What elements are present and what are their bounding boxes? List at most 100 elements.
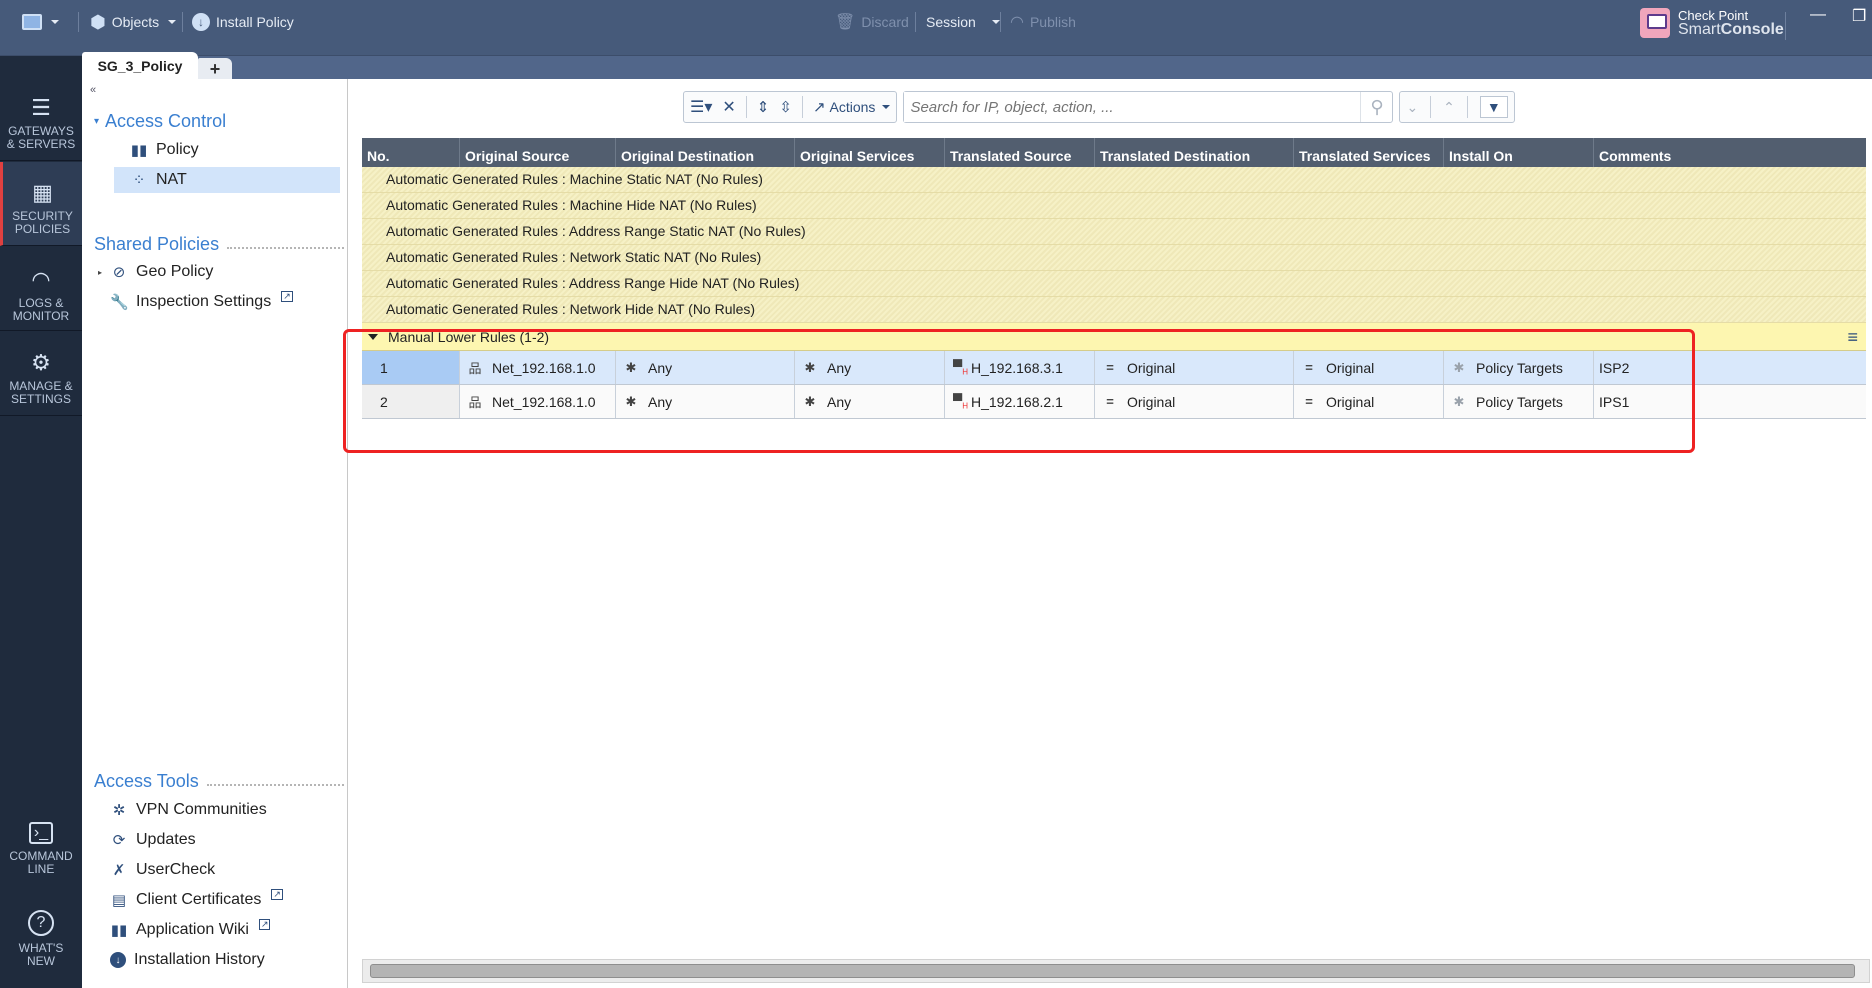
- expand-all-button[interactable]: ⇕: [757, 98, 770, 116]
- tool-application-wiki[interactable]: ▮▮ Application Wiki ↗: [110, 917, 336, 943]
- original-equals-icon: =: [1305, 360, 1313, 375]
- publish-wifi-icon: ◠: [1010, 14, 1024, 31]
- column-header-comments[interactable]: Comments: [1594, 138, 1866, 167]
- wiki-icon: ▮▮: [110, 922, 128, 939]
- search-icon: ⚲: [1370, 96, 1384, 117]
- nav-logs-monitor[interactable]: ◠ LOGS & MONITOR: [0, 247, 82, 331]
- previous-match-button[interactable]: ⌃: [1443, 99, 1455, 116]
- column-header-translated-source[interactable]: Translated Source: [945, 138, 1095, 167]
- tab-sg-3-policy[interactable]: SG_3_Policy: [82, 52, 198, 80]
- add-rule-button[interactable]: ☰▾: [690, 97, 712, 117]
- cell-original-destination: Any: [648, 359, 673, 376]
- usercheck-icon: ✗: [112, 862, 126, 879]
- install-download-icon: ↓: [192, 13, 210, 31]
- section-menu-icon[interactable]: ≡: [1847, 328, 1858, 346]
- nav-manage-settings[interactable]: ⚙ MANAGE & SETTINGS: [0, 332, 82, 416]
- auto-section-row[interactable]: Automatic Generated Rules : Address Rang…: [362, 271, 1866, 297]
- auto-section-row[interactable]: Automatic Generated Rules : Network Hide…: [362, 297, 1866, 323]
- scrollbar-thumb[interactable]: [370, 964, 1855, 978]
- tool-updates[interactable]: ⟳ Updates: [110, 827, 336, 853]
- cell-original-services: Any: [827, 393, 852, 410]
- nav-gateways-servers[interactable]: ☰ GATEWAYS & SERVERS: [0, 79, 82, 161]
- refresh-icon: ⟳: [112, 832, 126, 849]
- column-header-no[interactable]: No.: [362, 138, 460, 167]
- nat-icon: ⁘: [132, 172, 146, 189]
- external-link-icon: ↗: [281, 290, 293, 302]
- cell-original-source: Net_192.168.1.0: [492, 393, 596, 410]
- column-header-original-services[interactable]: Original Services: [795, 138, 945, 167]
- external-link-icon: ↗: [271, 888, 283, 900]
- policy-targets-asterisk-icon: ✱: [1453, 359, 1465, 375]
- rulebase-toolbar: ☰▾ ✕ ⇕ ⇳ ↗ Actions ⚲ ⌄ ⌃ ▼: [683, 91, 1515, 125]
- certificate-icon: ▤: [111, 892, 127, 909]
- rule-actions-group: ☰▾ ✕ ⇕ ⇳ ↗ Actions: [683, 91, 898, 123]
- original-equals-icon: =: [1305, 394, 1313, 409]
- tree-item-policy[interactable]: ▮▮ Policy: [130, 137, 356, 163]
- auto-section-row[interactable]: Automatic Generated Rules : Machine Stat…: [362, 167, 1866, 193]
- cell-translated-source: H_192.168.2.1: [971, 393, 1063, 410]
- cell-translated-services: Original: [1326, 359, 1375, 376]
- restore-button[interactable]: ❐: [1852, 6, 1866, 26]
- access-control-heading[interactable]: ▾ Access Control: [94, 111, 344, 132]
- cell-translated-services: Original: [1326, 393, 1375, 410]
- trash-icon: 🗑: [835, 14, 856, 31]
- tool-vpn-communities[interactable]: ✲ VPN Communities: [110, 797, 336, 823]
- server-rack-icon: ☰: [31, 95, 51, 120]
- tool-installation-history[interactable]: ↓ Installation History: [110, 947, 336, 973]
- auto-section-row[interactable]: Automatic Generated Rules : Address Rang…: [362, 219, 1866, 245]
- cell-no: 1: [362, 351, 460, 384]
- minimize-button[interactable]: —: [1810, 6, 1826, 26]
- tool-client-certificates[interactable]: ▤ Client Certificates ↗: [110, 887, 336, 913]
- column-header-translated-destination[interactable]: Translated Destination: [1095, 138, 1294, 167]
- gauge-icon: ◠: [31, 267, 51, 292]
- add-tab-button[interactable]: +: [198, 58, 232, 80]
- app-menu-button[interactable]: [22, 10, 59, 34]
- column-header-translated-services[interactable]: Translated Services: [1294, 138, 1444, 167]
- objects-menu-button[interactable]: ⬢ Objects: [90, 10, 177, 34]
- manual-section-header[interactable]: Manual Lower Rules (1-2) ≡: [362, 323, 1866, 351]
- host-hide-nat-icon: ▀H: [953, 358, 968, 377]
- collapse-triangle-icon[interactable]: [368, 333, 378, 340]
- nav-command-line[interactable]: ›_ COMMAND LINE: [0, 814, 82, 894]
- host-hide-nat-icon: ▀H: [953, 392, 968, 411]
- collapse-all-button[interactable]: ⇳: [779, 98, 792, 116]
- nav-whats-new[interactable]: ? WHAT'S NEW: [0, 904, 82, 984]
- table-row[interactable]: 2 品 Net_192.168.1.0 ✱ Any ✱ Any ▀H H_192.168…: [362, 385, 1866, 419]
- navigation-rail: ☰ GATEWAYS & SERVERS ▦ SECURITY POLICIES…: [0, 79, 82, 988]
- rulebase-search: ⚲: [903, 91, 1394, 123]
- search-button[interactable]: ⚲: [1360, 92, 1392, 122]
- publish-button[interactable]: ◠ Publish: [1010, 10, 1076, 34]
- export-icon: ↗: [812, 99, 826, 116]
- nav-security-policies[interactable]: ▦ SECURITY POLICIES: [0, 162, 82, 246]
- cube-icon: ⬢: [90, 11, 106, 32]
- any-asterisk-icon: ✱: [625, 359, 637, 375]
- search-input[interactable]: [904, 92, 1361, 122]
- tree-item-geo-policy[interactable]: ▸ ⊘ Geo Policy: [98, 259, 324, 285]
- cell-original-destination: Any: [648, 393, 673, 410]
- discard-button[interactable]: 🗑 Discard: [835, 10, 909, 34]
- any-asterisk-icon: ✱: [804, 359, 816, 375]
- tool-usercheck[interactable]: ✗ UserCheck: [110, 857, 336, 883]
- cell-comments: IPS1: [1599, 393, 1630, 410]
- install-policy-button[interactable]: ↓ Install Policy: [192, 10, 294, 34]
- table-row[interactable]: 1 品 Net_192.168.1.0 ✱ Any ✱ Any ▀H H_192.168…: [362, 351, 1866, 385]
- horizontal-scrollbar[interactable]: [362, 959, 1870, 983]
- delete-rule-button[interactable]: ✕: [722, 97, 735, 117]
- column-header-original-destination[interactable]: Original Destination: [616, 138, 795, 167]
- cell-original-source: Net_192.168.1.0: [492, 359, 596, 376]
- column-header-original-source[interactable]: Original Source: [460, 138, 616, 167]
- auto-section-row[interactable]: Automatic Generated Rules : Network Stat…: [362, 245, 1866, 271]
- access-tools-heading: Access Tools: [94, 771, 344, 792]
- cell-comments: ISP2: [1599, 359, 1630, 376]
- session-menu-button[interactable]: Session: [926, 10, 1000, 34]
- cell-original-services: Any: [827, 359, 852, 376]
- next-match-button[interactable]: ⌄: [1406, 99, 1418, 116]
- collapse-panel-button[interactable]: «: [90, 84, 96, 96]
- tree-item-inspection-settings[interactable]: 🔧 Inspection Settings ↗: [110, 289, 336, 315]
- actions-menu-button[interactable]: ↗ Actions: [813, 98, 891, 116]
- app-menu-icon: [22, 14, 42, 30]
- column-header-install-on[interactable]: Install On: [1444, 138, 1594, 167]
- filter-button[interactable]: ▼: [1479, 96, 1508, 118]
- tree-item-nat[interactable]: ⁘ NAT: [114, 167, 340, 193]
- auto-section-row[interactable]: Automatic Generated Rules : Machine Hide…: [362, 193, 1866, 219]
